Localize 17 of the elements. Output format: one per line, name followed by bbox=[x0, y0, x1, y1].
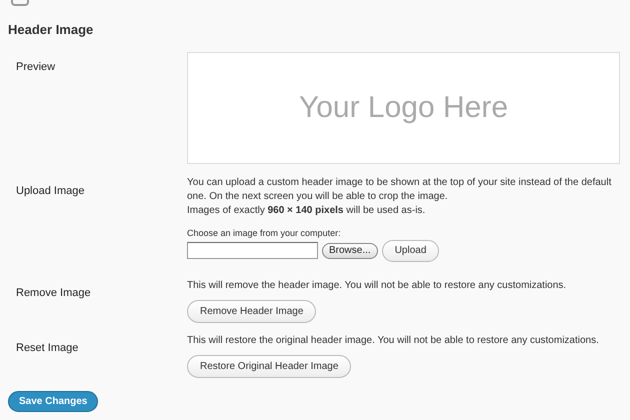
upload-description: You can upload a custom header image to be shown at the top of your site instead of the default one. On the next screen you will be able to crop the image. bbox=[187, 176, 612, 204]
action-description: This will restore the original header image. You will not be able to restore any customizations. bbox=[187, 334, 599, 348]
upload-button[interactable]: Upload bbox=[382, 240, 440, 262]
browse-button[interactable]: Browse... bbox=[322, 242, 378, 258]
row-label: Reset Image bbox=[16, 342, 78, 354]
row-label: Preview bbox=[16, 60, 56, 72]
action-description: This will remove the header image. You will not be able to restore any customizations. bbox=[187, 278, 566, 292]
section-heading: Header Image bbox=[8, 21, 94, 39]
row-label: Upload Image bbox=[16, 184, 84, 196]
field-label: Choose an image from your computer: bbox=[187, 226, 342, 240]
row-label: Remove Image bbox=[16, 286, 91, 298]
action-button[interactable]: Restore Original Header Image bbox=[187, 354, 352, 378]
file-path-field[interactable] bbox=[187, 242, 318, 259]
save-button[interactable]: Save Changes bbox=[8, 390, 98, 412]
size-note: Images of exactly 960 × 140 pixels will be used as-is. bbox=[187, 204, 426, 218]
logo-placeholder-text: Your Logo Here bbox=[298, 90, 508, 126]
action-button[interactable]: Remove Header Image bbox=[187, 300, 316, 322]
